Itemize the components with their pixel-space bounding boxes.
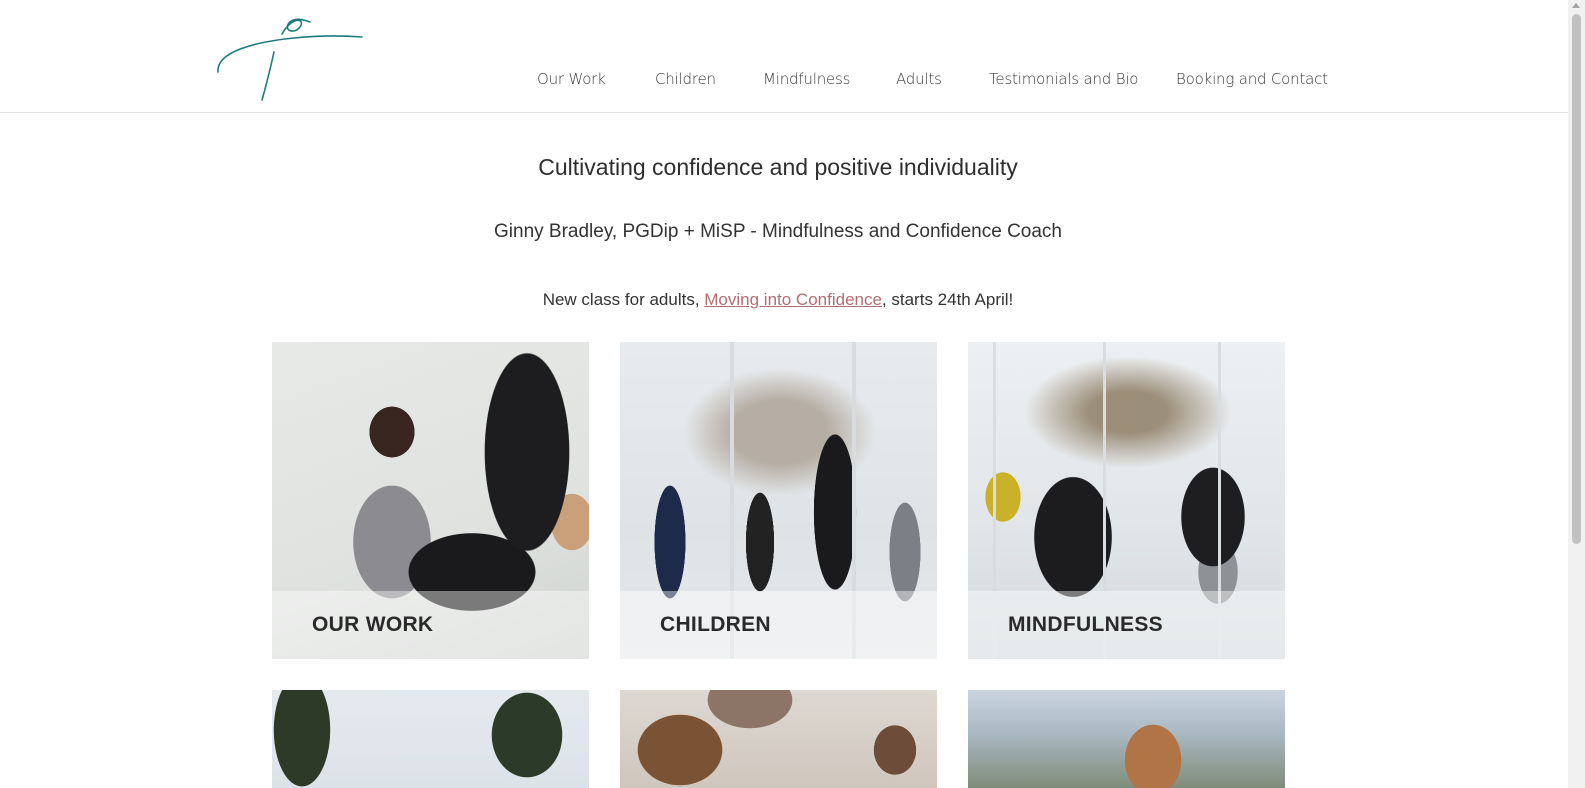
moving-into-confidence-link[interactable]: Moving into Confidence <box>704 290 882 309</box>
scroll-up-arrow-icon[interactable] <box>1572 3 1580 8</box>
nav-our-work[interactable]: Our Work <box>537 70 606 88</box>
tile-adults[interactable] <box>272 690 589 788</box>
scrollbar-thumb[interactable] <box>1572 14 1581 544</box>
tile-children[interactable]: CHILDREN <box>620 342 937 659</box>
booking-photo <box>968 690 1285 788</box>
nav-mindfulness[interactable]: Mindfulness <box>763 70 850 88</box>
tile-testimonials[interactable] <box>620 690 937 788</box>
tile-mindfulness[interactable]: MINDFULNESS <box>968 342 1285 659</box>
tile-caption: OUR WORK <box>312 613 434 636</box>
main-nav: Our Work Children Mindfulness Adults Tes… <box>0 70 1568 90</box>
tile-caption-bar: CHILDREN <box>620 591 937 659</box>
page-subtitle: Ginny Bradley, PGDip + MiSP - Mindfulnes… <box>494 221 1062 242</box>
tile-caption: MINDFULNESS <box>1008 613 1163 636</box>
tile-caption: CHILDREN <box>660 613 771 636</box>
tile-caption-bar: OUR WORK <box>272 591 589 659</box>
nav-adults[interactable]: Adults <box>896 70 942 88</box>
announcement-prefix: New class for adults, <box>542 290 705 309</box>
nav-children[interactable]: Children <box>655 70 716 88</box>
tile-our-work[interactable]: OUR WORK <box>272 342 589 659</box>
tile-booking[interactable] <box>968 690 1285 788</box>
brand-logo[interactable] <box>214 12 366 104</box>
tile-caption-bar: MINDFULNESS <box>968 591 1285 659</box>
nav-booking-and-contact[interactable]: Booking and Contact <box>1176 70 1328 88</box>
announcement-suffix: , starts 24th April! <box>881 290 1014 309</box>
adults-photo <box>272 690 589 788</box>
nav-testimonials-and-bio[interactable]: Testimonials and Bio <box>989 70 1138 88</box>
testimonials-photo <box>620 690 937 788</box>
page-tagline: Cultivating confidence and positive indi… <box>538 154 1018 180</box>
class-announcement: New class for adults, Moving into Confid… <box>0 290 1556 310</box>
site-header: Our Work Children Mindfulness Adults Tes… <box>0 0 1568 113</box>
vertical-scrollbar[interactable] <box>1568 0 1585 788</box>
